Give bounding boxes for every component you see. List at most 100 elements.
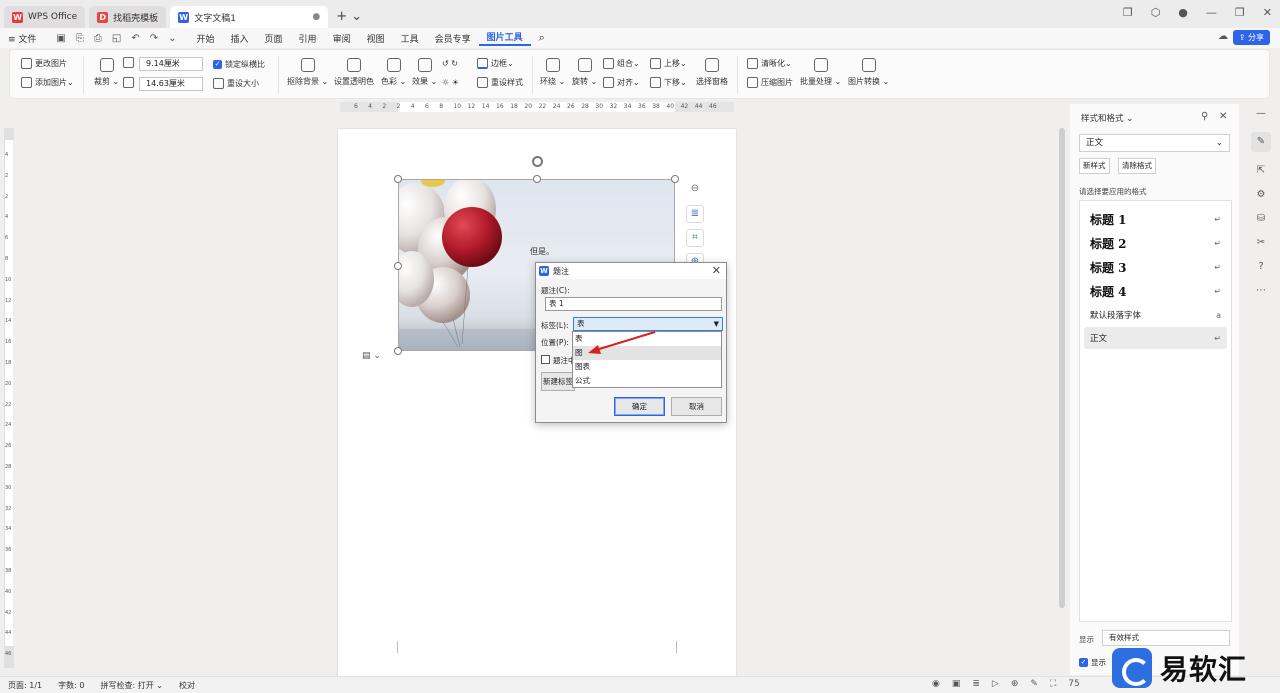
collapse-icon[interactable]: —	[1256, 108, 1266, 119]
resize-handle-ne[interactable]	[671, 175, 679, 183]
style-heading-2[interactable]: 标题 2 ↵	[1084, 233, 1227, 253]
style-heading-1[interactable]: 标题 1 ↵	[1084, 209, 1227, 229]
crop-button[interactable]: 裁剪 ⌄	[94, 58, 119, 87]
style-default-font[interactable]: 默认段落字体 a	[1084, 305, 1227, 325]
resize-handle-n[interactable]	[533, 175, 541, 183]
minimize-icon[interactable]: —	[1206, 6, 1217, 19]
new-label-button[interactable]: 新建标签	[541, 372, 575, 391]
rotate-button[interactable]: 旋转 ⌄	[572, 58, 597, 87]
eye-icon[interactable]: ◉	[932, 679, 940, 689]
lock-ratio-checkbox[interactable]: ✓ 锁定纵横比	[213, 59, 265, 70]
selection-pane-button[interactable]: 选择窗格	[696, 58, 728, 87]
cloud-icon[interactable]: ☁	[1218, 31, 1228, 42]
tab-wps-office[interactable]: W WPS Office	[4, 6, 86, 28]
tab-document[interactable]: W 文字文稿1 ●	[170, 6, 329, 28]
redo-icon[interactable]: ↷	[150, 33, 158, 44]
menu-tools[interactable]: 工具	[393, 32, 427, 45]
document-scrollbar[interactable]	[1059, 128, 1065, 608]
paragraph-layout-icon[interactable]: ▤ ⌄	[362, 351, 381, 361]
maximize-icon[interactable]: ❐	[1235, 6, 1245, 19]
compress-button[interactable]: 压缩图片	[747, 77, 793, 88]
page-count[interactable]: 页面: 1/1	[0, 680, 50, 691]
share-button[interactable]: ⇪ 分享	[1232, 30, 1270, 45]
style-heading-4[interactable]: 标题 4 ↵	[1084, 281, 1227, 301]
reset-size-button[interactable]: 重设大小	[213, 78, 259, 89]
menu-insert[interactable]: 插入	[223, 32, 257, 45]
ok-button[interactable]: 确定	[614, 397, 665, 416]
border-button[interactable]: 边框 ⌄	[477, 58, 514, 69]
tab-docer[interactable]: D 找稻壳模板	[89, 6, 167, 28]
restore-window-icon[interactable]: ❐	[1123, 6, 1133, 19]
resize-handle-sw[interactable]	[394, 347, 402, 355]
dropdown-option-chart[interactable]: 图表	[573, 360, 721, 374]
effects-button[interactable]: 效果 ⌄	[412, 58, 437, 87]
outline-view-icon[interactable]: ≣	[972, 679, 980, 689]
search-icon[interactable]: ⌕	[531, 31, 553, 45]
new-tab-icon[interactable]: + ⌄	[328, 6, 370, 28]
web-view-icon[interactable]: ⊕	[1011, 679, 1019, 689]
show-preview-checkbox[interactable]: ✓ 显示	[1079, 657, 1106, 668]
color-button[interactable]: 色彩 ⌄	[381, 58, 406, 87]
menu-page[interactable]: 页面	[257, 32, 291, 45]
exclude-label-checkbox[interactable]	[541, 355, 550, 364]
select-cursor-icon[interactable]: ⇱	[1257, 165, 1265, 176]
pane-close-icon[interactable]: ✕	[1219, 111, 1227, 122]
preview-icon[interactable]: ◱	[112, 33, 121, 44]
tab-close-icon[interactable]: ●	[312, 12, 320, 22]
align-button[interactable]: 对齐 ⌄	[603, 77, 640, 88]
cancel-button[interactable]: 取消	[671, 397, 722, 416]
proofread[interactable]: 校对	[171, 680, 203, 691]
pin-icon[interactable]: ⚲	[1201, 111, 1208, 122]
set-transparent-button[interactable]: 设置透明色	[334, 58, 374, 87]
menu-reference[interactable]: 引用	[291, 32, 325, 45]
rotate-left-icon[interactable]: ↺ ↻	[442, 59, 458, 68]
layout-options-icon[interactable]: ≣	[686, 205, 704, 223]
rotate-handle-icon[interactable]	[532, 156, 543, 167]
play-icon[interactable]: ▷	[992, 679, 999, 689]
dropdown-option-equation[interactable]: 公式	[573, 374, 721, 388]
export-icon[interactable]: ⎘	[76, 33, 84, 44]
cube-icon[interactable]: ⬡	[1151, 6, 1161, 19]
change-picture-button[interactable]: 更改图片	[21, 58, 67, 69]
zoom-level[interactable]: 75	[1068, 679, 1079, 689]
zoom-out-icon[interactable]: ⊖	[686, 181, 704, 199]
wrap-button[interactable]: 环绕 ⌄	[540, 58, 565, 87]
file-menu[interactable]: ≡ 文件	[0, 32, 44, 45]
sharpen-button[interactable]: 清晰化 ⌄	[747, 58, 792, 69]
dialog-close-icon[interactable]: ✕	[712, 264, 721, 277]
menu-start[interactable]: 开始	[189, 32, 223, 45]
batch-button[interactable]: 批量处理 ⌄	[800, 58, 841, 87]
menu-member[interactable]: 会员专享	[427, 32, 479, 45]
add-picture-button[interactable]: 添加图片 ⌄	[21, 77, 74, 88]
word-count[interactable]: 字数: 0	[50, 680, 92, 691]
close-icon[interactable]: ✕	[1263, 6, 1272, 19]
menu-view[interactable]: 视图	[359, 32, 393, 45]
resize-handle-nw[interactable]	[394, 175, 402, 183]
caption-input[interactable]: 表 1	[545, 297, 722, 311]
reset-style-button[interactable]: 重设样式	[477, 77, 523, 88]
dropdown-arrow-icon[interactable]: ▼	[714, 318, 719, 330]
undo-icon[interactable]: ↶	[131, 33, 139, 44]
menu-review[interactable]: 审阅	[325, 32, 359, 45]
crop-float-icon[interactable]: ⌗	[686, 229, 704, 247]
tools-icon[interactable]: ✂	[1257, 237, 1265, 248]
send-backward-button[interactable]: 下移 ⌄	[650, 77, 687, 88]
more-icon[interactable]: ⋯	[1256, 285, 1266, 296]
remove-bg-button[interactable]: 抠除背景 ⌄	[287, 58, 328, 87]
convert-button[interactable]: 图片转换 ⌄	[848, 58, 889, 87]
save-icon[interactable]: ▣	[56, 33, 65, 44]
vertical-ruler[interactable]: 4 2 2 4 6 8 10 12 14 16 18 20 22 24 26 28 30 32 34 36 38 40 42…	[4, 128, 14, 668]
current-style-select[interactable]: 正文 ⌄	[1079, 134, 1230, 152]
backup-icon[interactable]: ⛁	[1257, 213, 1265, 224]
bring-forward-button[interactable]: 上移 ⌄	[650, 58, 687, 69]
width-input[interactable]: 14.63厘米	[139, 77, 203, 91]
pen-icon[interactable]: ✎	[1030, 679, 1038, 689]
group-button[interactable]: 组合 ⌄	[603, 58, 640, 69]
height-input[interactable]: 9.14厘米	[139, 57, 203, 71]
fit-icon[interactable]: ⛶	[1050, 679, 1056, 689]
clear-format-button[interactable]: 清除格式	[1118, 158, 1156, 174]
style-pen-icon[interactable]: ✎	[1251, 132, 1271, 152]
brightness-icon[interactable]: ☼ ☀	[442, 78, 459, 87]
style-body[interactable]: 正文 ↵	[1084, 327, 1227, 349]
adjust-icon[interactable]: ⚙	[1257, 189, 1266, 200]
